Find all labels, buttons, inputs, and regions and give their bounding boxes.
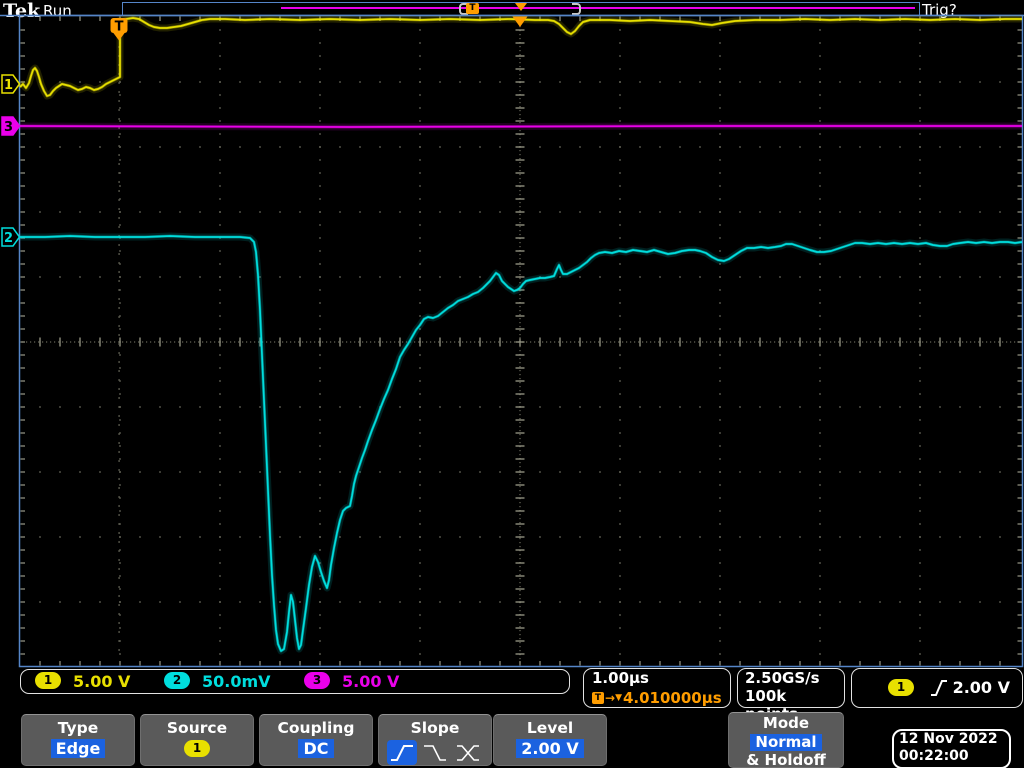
sample-rate-value: 2.50GS/s	[745, 669, 820, 687]
ch3-scale-value: 5.00 V	[342, 672, 400, 691]
menu-source-title: Source	[166, 719, 228, 737]
preview-expansion-triangle-icon	[515, 3, 527, 11]
menu-mode-button[interactable]: Mode Normal & Holdoff	[728, 712, 844, 768]
triangle-down-icon: ▼	[615, 693, 622, 703]
slope-rising-option[interactable]	[387, 740, 417, 765]
time-value: 00:22:00	[899, 748, 969, 764]
menu-source-value-badge: 1	[184, 740, 210, 757]
ch1-trace	[17, 14, 1022, 100]
acquisition-status: Run	[43, 2, 72, 20]
menu-mode-value: Normal	[750, 734, 822, 751]
menu-type-value: Edge	[50, 739, 106, 758]
trigger-source-badge: 1	[888, 679, 914, 696]
acquisition-readout: 2.50GS/s 100k points	[737, 668, 845, 723]
date-value: 12 Nov 2022	[899, 731, 998, 747]
timebase-value: 1.00µs	[592, 669, 649, 687]
trigger-status: Trig?	[922, 1, 957, 19]
menu-coupling-button[interactable]: Coupling DC	[259, 714, 373, 766]
horizontal-readout: 1.00µs T → ▼ 4.010000µs	[583, 668, 731, 708]
menu-coupling-title: Coupling	[277, 719, 355, 737]
trigger-t-marker[interactable]	[110, 18, 128, 33]
menu-type-title: Type	[57, 719, 99, 737]
menu-level-value: 2.00 V	[516, 739, 584, 758]
falling-slope-icon	[424, 744, 446, 761]
menu-level-button[interactable]: Level 2.00 V	[493, 714, 607, 766]
ch2-badge: 2	[164, 672, 190, 689]
expansion-triangle-marker	[512, 16, 528, 27]
ch3-trace	[19, 125, 1022, 128]
channel-scale-readout: 1 5.00 V 2 50.0mV 3 5.00 V	[20, 669, 570, 694]
menu-type-button[interactable]: Type Edge	[21, 714, 135, 766]
oscilloscope-screen: Tek Run Trig? T T 1 3 2 1 5.00 V 2 50.0mV 3…	[0, 0, 1024, 768]
menu-mode-suffix: & Holdoff	[746, 751, 826, 768]
ch1-scale-value: 5.00 V	[73, 672, 131, 691]
ch1-badge: 1	[35, 672, 61, 689]
ch3-badge: 3	[304, 672, 330, 689]
delay-readout: T → ▼ 4.010000µs	[592, 689, 722, 707]
ch1-position-marker[interactable]	[1, 74, 21, 94]
trigger-t-icon: T	[592, 692, 604, 704]
slope-falling-option[interactable]	[420, 740, 450, 765]
ch2-trace	[20, 232, 1023, 655]
ch2-trace	[20, 235, 1023, 652]
menu-coupling-value: DC	[298, 739, 334, 758]
ch1-trace	[19, 17, 1022, 97]
ch2-scale-value: 50.0mV	[202, 672, 271, 691]
menu-slope-title: Slope	[410, 719, 460, 737]
menu-mode-title: Mode	[762, 714, 810, 732]
trigger-level-value: 2.00 V	[952, 678, 1010, 697]
rising-slope-icon	[391, 744, 413, 761]
menu-source-button[interactable]: Source 1	[140, 714, 254, 766]
svg-text:3: 3	[4, 120, 13, 135]
preview-trigger-t-icon[interactable]: T	[466, 3, 479, 14]
svg-text:2: 2	[4, 231, 13, 246]
rising-edge-icon	[931, 680, 947, 696]
trigger-readout: 1 2.00 V	[851, 668, 1023, 708]
ch2-trace	[20, 234, 1023, 653]
datetime-box: 12 Nov 2022 00:22:00	[892, 729, 1011, 768]
record-preview-strip: T	[122, 2, 920, 16]
window-bracket-right[interactable]	[572, 3, 581, 15]
graticule-and-waveforms: T 1 3 2	[0, 14, 1024, 668]
ch2-position-marker[interactable]	[1, 227, 21, 247]
delay-value: 4.010000µs	[622, 689, 722, 707]
svg-text:1: 1	[4, 78, 13, 93]
either-slope-icon	[457, 744, 479, 761]
preview-ch3-trace	[281, 7, 915, 9]
svg-text:T: T	[115, 20, 124, 35]
menu-level-title: Level	[526, 719, 574, 737]
graticule-frame	[18, 14, 1024, 668]
tek-logo: Tek	[3, 0, 41, 22]
ch3-trace	[19, 124, 1022, 129]
menu-slope-button[interactable]: Slope	[378, 714, 492, 766]
ch1-trace	[18, 16, 1022, 98]
ch3-trace	[19, 122, 1022, 131]
arrow-right-icon: →	[605, 691, 616, 705]
slope-either-option[interactable]	[453, 740, 483, 765]
ch3-position-marker[interactable]	[1, 116, 21, 136]
